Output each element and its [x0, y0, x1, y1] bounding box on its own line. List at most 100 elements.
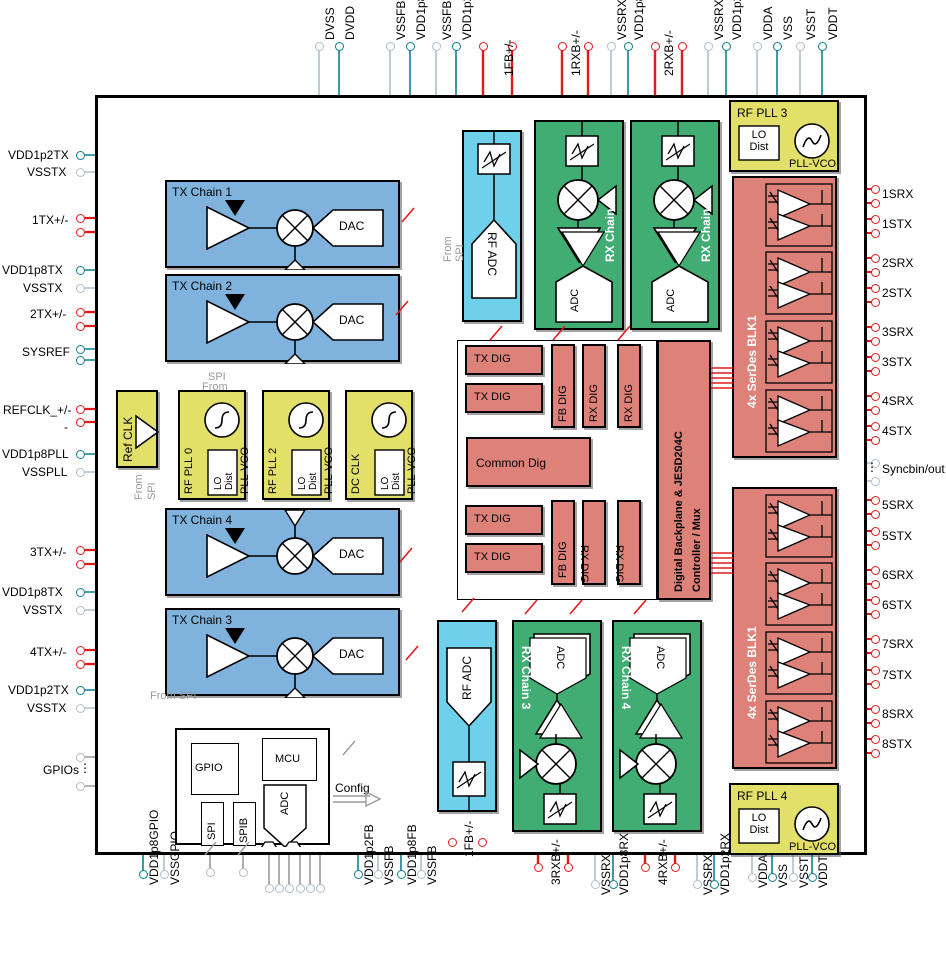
pin-1stx-n[interactable]: [871, 228, 880, 238]
pin-refclk-p[interactable]: [76, 404, 85, 414]
pin-7srx-p[interactable]: [871, 634, 880, 644]
block-rf-pll-2[interactable]: RF PLL 2 PLL-VCO LO Dist: [262, 390, 335, 500]
pin-8srx-n[interactable]: [871, 718, 880, 728]
block-rf-pll-3[interactable]: RF PLL 3 LO Dist PLL-VCO: [729, 100, 839, 172]
pin-2srx-n[interactable]: [871, 267, 880, 277]
block-rf-adc-1[interactable]: RF ADC: [462, 130, 522, 322]
pin-2rxb-p[interactable]: [650, 42, 660, 51]
pin-vdd1p8fb[interactable]: [405, 42, 415, 51]
pin-adc-in-6[interactable]: [316, 884, 325, 893]
pin-adc-in-5[interactable]: [306, 884, 315, 893]
pin-1rxb-n[interactable]: [583, 42, 593, 51]
block-rf-adc-2[interactable]: RF ADC: [437, 620, 497, 812]
pin-6stx-n[interactable]: [871, 609, 880, 619]
pin-sysref-n[interactable]: [76, 355, 85, 365]
pin-8stx-n[interactable]: [871, 748, 880, 758]
pin-vsstx-2[interactable]: [76, 283, 85, 293]
pin-4stx-p[interactable]: [871, 421, 880, 431]
pin-1srx-p[interactable]: [871, 184, 880, 194]
pin-vdd1p2tx-1[interactable]: [76, 150, 85, 160]
pin-7srx-n[interactable]: [871, 648, 880, 658]
pin-3rxb-p[interactable]: [533, 863, 543, 872]
pin-3tx-p[interactable]: [76, 545, 85, 555]
block-tx-chain-3[interactable]: TX Chain 3 DAC: [165, 608, 400, 698]
pin-vdd1p8rx[interactable]: [623, 42, 633, 51]
pin-vssfb-1[interactable]: [385, 42, 395, 51]
block-serdes-2[interactable]: 4x SerDes BLK1: [732, 487, 837, 769]
pin-4tx-n[interactable]: [76, 659, 85, 669]
pin-4tx-p[interactable]: [76, 645, 85, 655]
pin-5srx-n[interactable]: [871, 509, 880, 519]
pin-adc-in-1[interactable]: [265, 884, 274, 893]
block-rx-chain-3[interactable]: RX Chain 3 ADC: [512, 620, 602, 832]
pin-5srx-p[interactable]: [871, 495, 880, 505]
block-rx-chain-4[interactable]: RX Chain 4 ADC: [612, 620, 702, 832]
pin-dvss[interactable]: [314, 42, 324, 51]
pin-1fb-b-p[interactable]: [447, 838, 457, 847]
block-digital-backplane[interactable]: [657, 340, 711, 600]
pin-8stx-p[interactable]: [871, 734, 880, 744]
block-rf-pll-0[interactable]: RF PLL 0 PLL-VCO LO Dist: [178, 390, 251, 500]
pin-6srx-p[interactable]: [871, 565, 880, 575]
pin-1fb-b-n[interactable]: [477, 838, 487, 847]
pin-refclk-n[interactable]: [76, 417, 85, 427]
pin-vdd1p2tx-2[interactable]: [76, 685, 85, 695]
pin-vdd1p8tx-2[interactable]: [76, 587, 85, 597]
block-ref-clk[interactable]: Ref CLK: [116, 390, 160, 468]
pin-gpio-aux-2[interactable]: [238, 868, 248, 877]
pin-gpio-aux-1[interactable]: [205, 868, 215, 877]
pin-6srx-n[interactable]: [871, 579, 880, 589]
pin-8srx-p[interactable]: [871, 704, 880, 714]
pin-sysref-p[interactable]: [76, 344, 85, 354]
pin-adc-in-4[interactable]: [296, 884, 305, 893]
block-tx-chain-2[interactable]: TX Chain 2 DAC: [165, 274, 400, 364]
pin-4rxb-p[interactable]: [640, 863, 650, 872]
pin-gpio-b[interactable]: [76, 781, 85, 791]
pin-vssrx-2[interactable]: [703, 42, 713, 51]
pin-vssrx-1[interactable]: [606, 42, 616, 51]
block-control-subsystem[interactable]: GPIO MCU ADC SPI SPIB: [175, 728, 330, 847]
pin-5stx-p[interactable]: [871, 526, 880, 536]
pin-6stx-p[interactable]: [871, 595, 880, 605]
pin-3stx-n[interactable]: [871, 366, 880, 376]
pin-vdd1p8pll[interactable]: [76, 449, 85, 459]
pin-1fb-p[interactable]: [478, 42, 488, 51]
block-rx-chain-1[interactable]: RX Chain 1 ADC: [534, 120, 624, 330]
pin-2tx-n[interactable]: [76, 321, 85, 331]
pin-syncb-b[interactable]: [871, 476, 880, 486]
block-tx-chain-4[interactable]: TX Chain 4 DAC: [165, 508, 400, 596]
pin-3srx-p[interactable]: [871, 322, 880, 332]
pin-3srx-n[interactable]: [871, 336, 880, 346]
pin-adc-in-2[interactable]: [275, 884, 284, 893]
pin-vsstx-3[interactable]: [76, 605, 85, 615]
pin-3rxb-n[interactable]: [563, 863, 573, 872]
block-dc-clk[interactable]: DC CLK PLL-VCO LO Dist: [345, 390, 418, 500]
pin-5stx-n[interactable]: [871, 540, 880, 550]
pin-2rxb-n[interactable]: [677, 42, 687, 51]
pin-1stx-p[interactable]: [871, 214, 880, 224]
pin-dvdd[interactable]: [334, 42, 344, 51]
pin-1srx-n[interactable]: [871, 198, 880, 208]
pin-4stx-n[interactable]: [871, 435, 880, 445]
pin-vsspll[interactable]: [76, 467, 85, 477]
block-tx-chain-1[interactable]: TX Chain 1 DAC: [165, 180, 400, 270]
pin-vdd1p2fb[interactable]: [451, 42, 461, 51]
pin-vss-top[interactable]: [772, 42, 782, 51]
pin-3tx-n[interactable]: [76, 559, 85, 569]
block-rx-chain-2[interactable]: RX Chain 2 ADC: [630, 120, 720, 330]
pin-4rxb-n[interactable]: [670, 863, 680, 872]
pin-1tx-p[interactable]: [76, 213, 85, 223]
pin-2stx-n[interactable]: [871, 297, 880, 307]
pin-3stx-p[interactable]: [871, 352, 880, 362]
pin-vdd1p8tx-1[interactable]: [76, 265, 85, 275]
pin-1tx-n[interactable]: [76, 227, 85, 237]
pin-vddt-top[interactable]: [817, 42, 827, 51]
pin-4srx-p[interactable]: [871, 391, 880, 401]
pin-2srx-p[interactable]: [871, 253, 880, 263]
block-serdes-1[interactable]: 4x SerDes BLK1: [732, 176, 837, 458]
pin-vsst-top[interactable]: [795, 42, 805, 51]
pin-7stx-p[interactable]: [871, 665, 880, 675]
pin-adc-in-3[interactable]: [285, 884, 294, 893]
pin-4srx-n[interactable]: [871, 405, 880, 415]
pin-vdda-top[interactable]: [752, 42, 762, 51]
